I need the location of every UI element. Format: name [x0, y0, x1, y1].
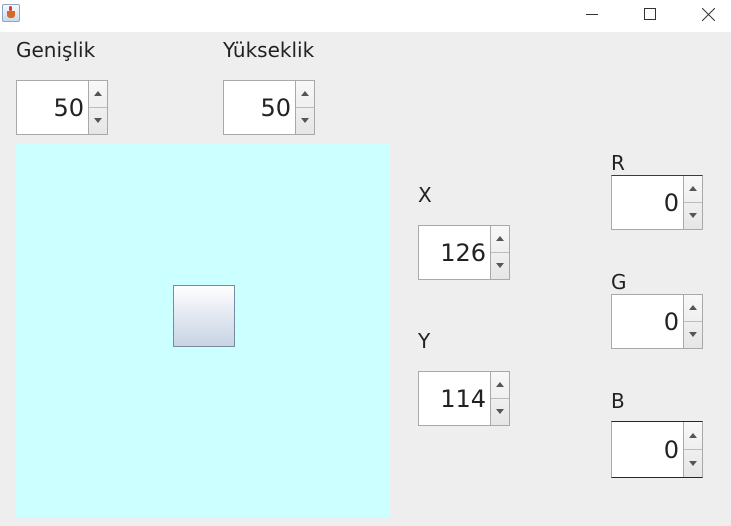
arrow-up-icon — [301, 91, 309, 97]
arrow-down-icon — [689, 332, 697, 338]
width-value[interactable]: 50 — [17, 81, 87, 134]
r-decrement-button[interactable] — [684, 203, 702, 230]
x-label: X — [418, 183, 432, 207]
y-decrement-button[interactable] — [491, 399, 509, 426]
g-decrement-button[interactable] — [684, 322, 702, 349]
height-spinner[interactable]: 50 — [223, 80, 315, 135]
arrow-down-icon — [496, 409, 504, 415]
arrow-up-icon — [689, 432, 697, 438]
close-icon — [701, 7, 715, 21]
b-decrement-button[interactable] — [684, 450, 702, 478]
x-value[interactable]: 126 — [419, 226, 489, 279]
y-increment-button[interactable] — [491, 372, 509, 399]
g-label: G — [611, 270, 627, 294]
b-increment-button[interactable] — [684, 422, 702, 450]
height-decrement-button[interactable] — [296, 108, 314, 135]
width-spinner[interactable]: 50 — [16, 80, 108, 135]
arrow-down-icon — [689, 460, 697, 466]
minimize-button[interactable] — [569, 0, 615, 28]
arrow-up-icon — [496, 236, 504, 242]
height-increment-button[interactable] — [296, 81, 314, 108]
r-value[interactable]: 0 — [612, 176, 682, 229]
height-label: Yükseklik — [223, 38, 315, 62]
width-increment-button[interactable] — [89, 81, 107, 108]
y-value[interactable]: 114 — [419, 372, 489, 425]
r-increment-button[interactable] — [684, 176, 702, 203]
java-cup-icon[interactable] — [2, 4, 20, 22]
drawing-canvas[interactable] — [16, 143, 390, 517]
x-increment-button[interactable] — [491, 226, 509, 253]
maximize-button[interactable] — [627, 0, 673, 28]
maximize-icon — [644, 8, 656, 20]
g-value[interactable]: 0 — [612, 295, 682, 348]
close-button[interactable] — [685, 0, 731, 28]
x-spinner[interactable]: 126 — [418, 225, 510, 280]
arrow-down-icon — [689, 213, 697, 219]
x-decrement-button[interactable] — [491, 253, 509, 280]
arrow-up-icon — [496, 382, 504, 388]
arrow-down-icon — [94, 118, 102, 124]
b-label: B — [611, 389, 625, 413]
g-spinner[interactable]: 0 — [611, 294, 703, 349]
arrow-down-icon — [496, 263, 504, 269]
minimize-icon — [586, 14, 598, 15]
height-value[interactable]: 50 — [224, 81, 294, 134]
movable-square-button[interactable] — [173, 285, 235, 347]
b-value[interactable]: 0 — [612, 422, 682, 477]
b-spinner[interactable]: 0 — [611, 421, 703, 478]
r-label: R — [611, 151, 625, 175]
title-bar — [0, 0, 731, 32]
arrow-up-icon — [94, 91, 102, 97]
y-label: Y — [418, 329, 431, 353]
r-spinner[interactable]: 0 — [611, 175, 703, 230]
arrow-down-icon — [301, 118, 309, 124]
y-spinner[interactable]: 114 — [418, 371, 510, 426]
g-increment-button[interactable] — [684, 295, 702, 322]
width-label: Genişlik — [16, 38, 96, 62]
arrow-up-icon — [689, 305, 697, 311]
arrow-up-icon — [689, 186, 697, 192]
width-decrement-button[interactable] — [89, 108, 107, 135]
